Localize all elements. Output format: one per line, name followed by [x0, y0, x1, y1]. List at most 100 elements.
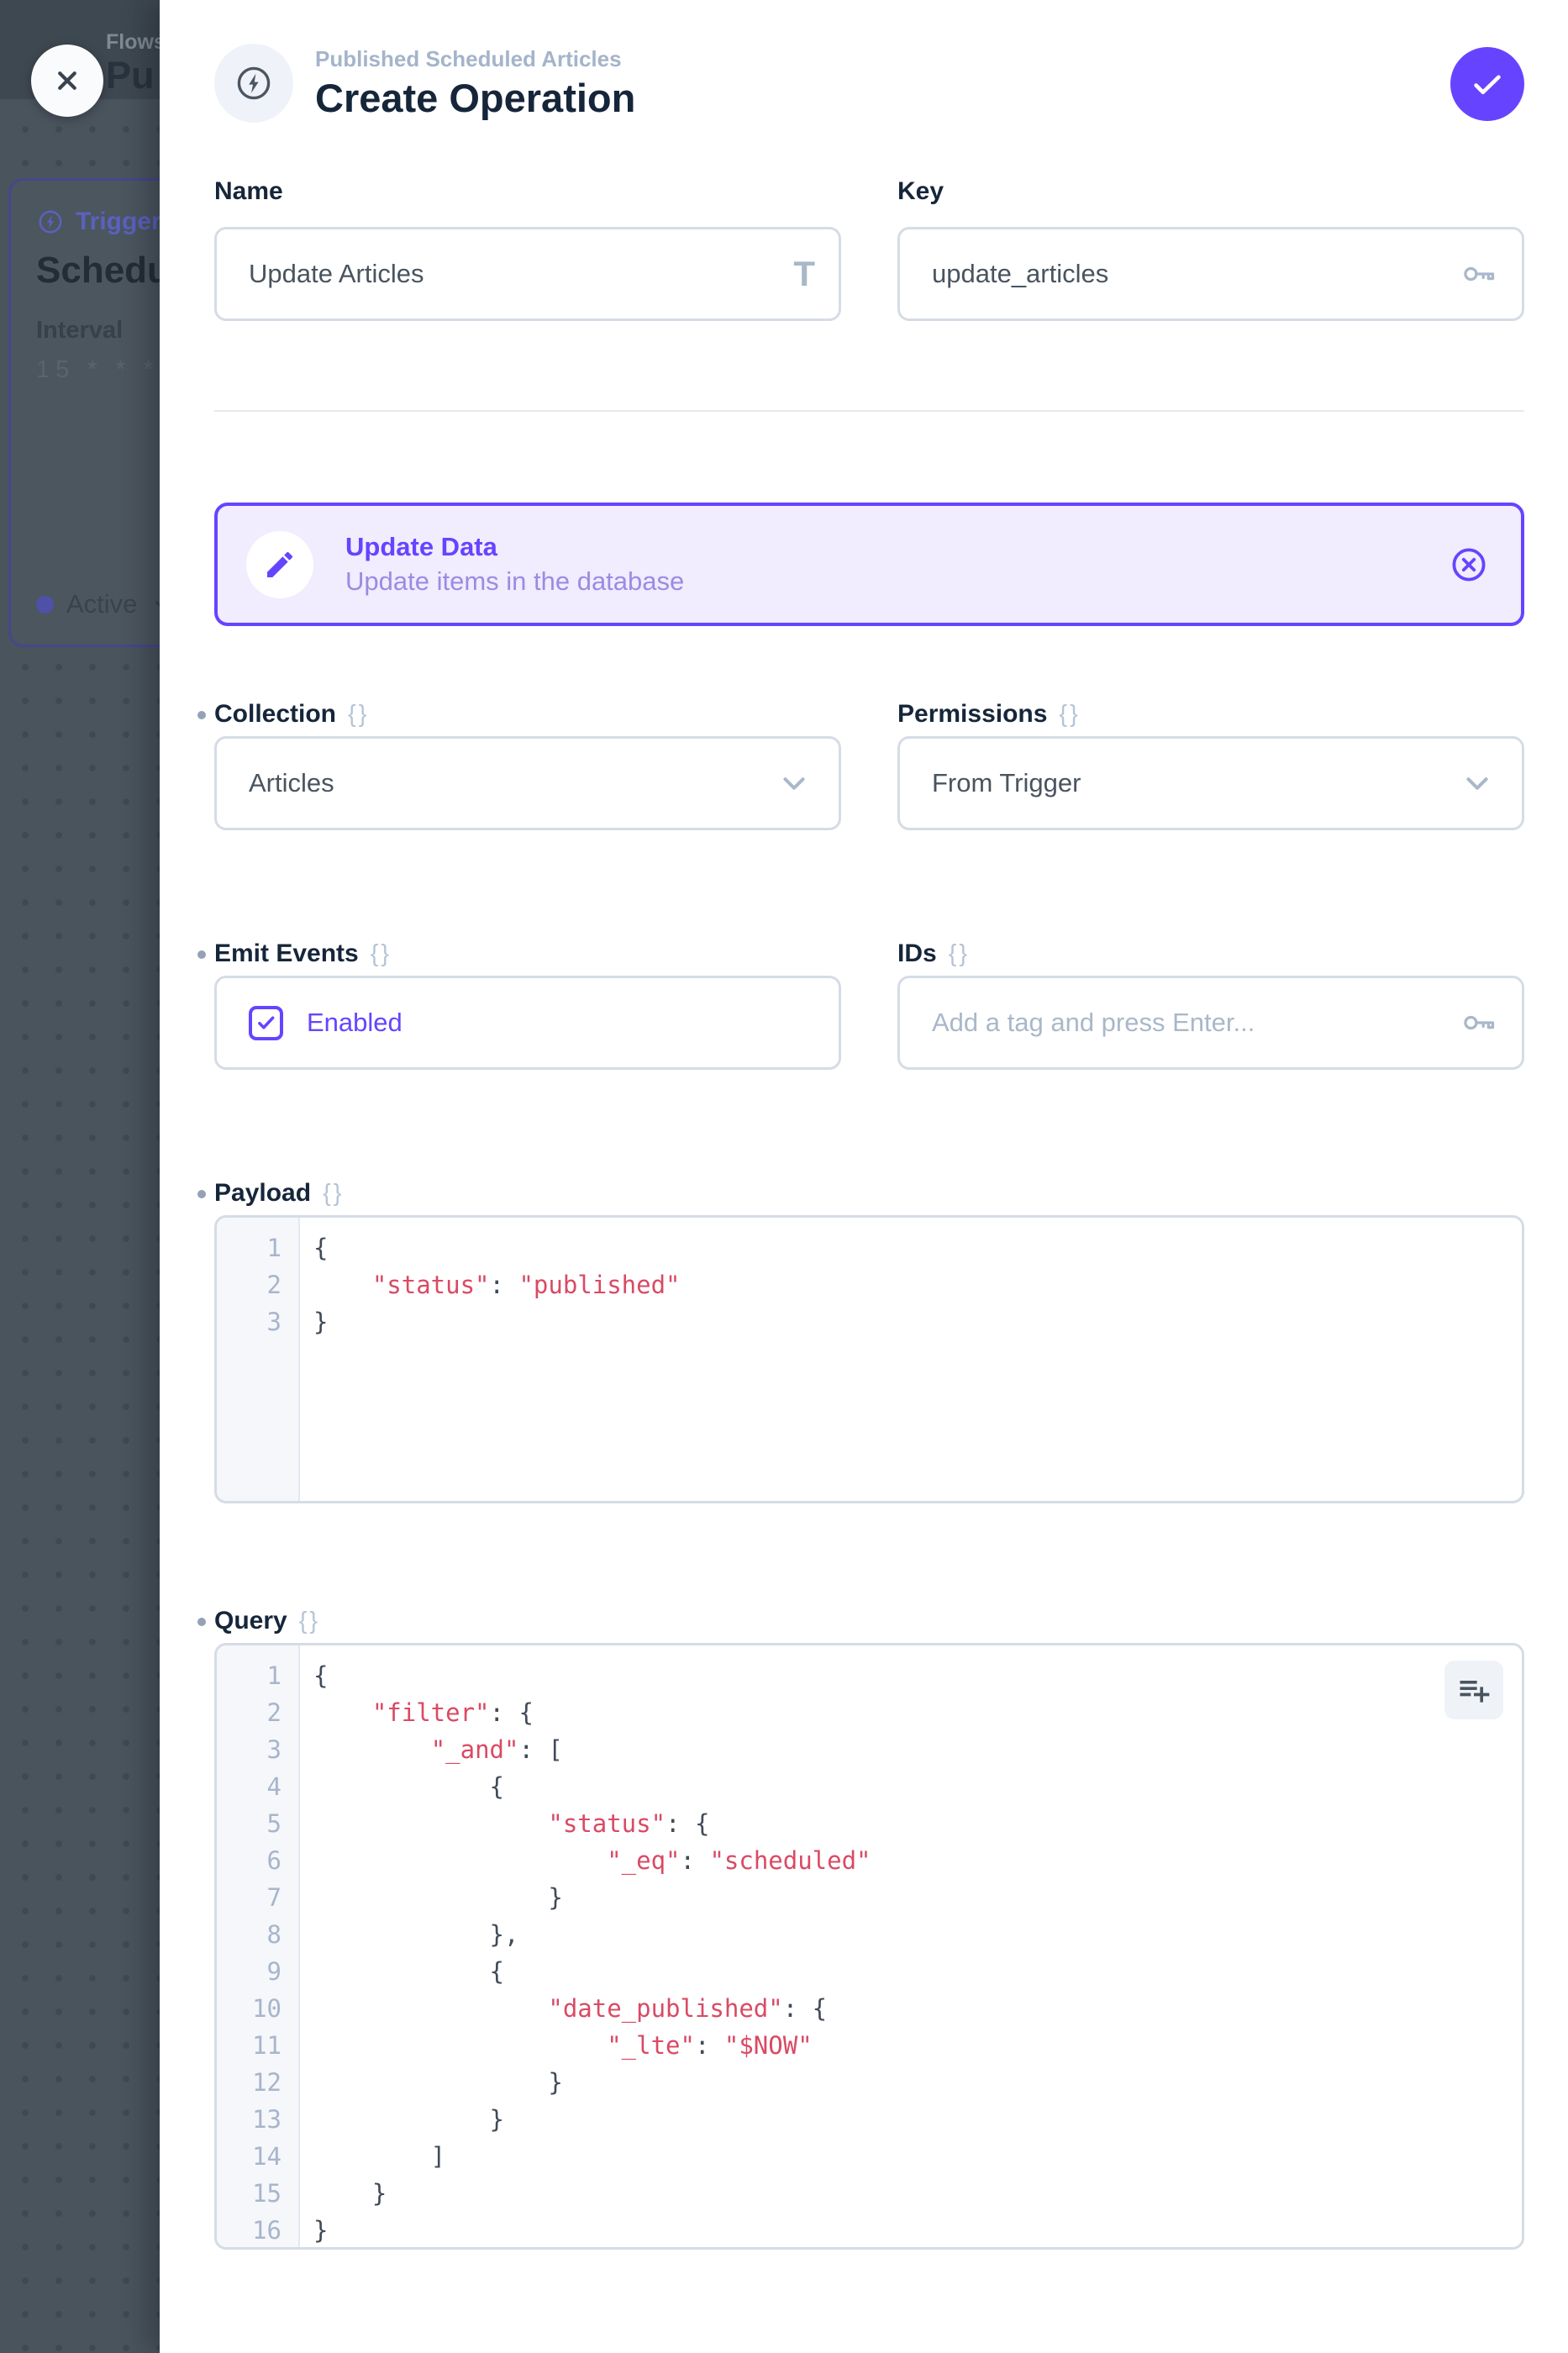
title-format-icon: T: [793, 256, 815, 292]
payload-code-editor[interactable]: 1{2 "status": "published"3}: [214, 1215, 1524, 1503]
code-text: }: [298, 2175, 387, 2212]
bolt-circle-icon: [234, 63, 274, 103]
line-number: 4: [217, 1768, 298, 1805]
code-line: 4 {: [217, 1768, 1522, 1805]
required-dot: [197, 1618, 206, 1626]
code-text: {: [298, 1229, 328, 1266]
code-line: 16}: [217, 2212, 1522, 2249]
emit-events-field-wrapper: Enabled: [214, 976, 841, 1070]
code-text: "_eq": "scheduled": [298, 1842, 871, 1879]
emit-events-checkbox-label[interactable]: Enabled: [307, 1008, 403, 1038]
operation-type-title: Update Data: [345, 532, 684, 562]
trigger-card-kicker: Trigger: [76, 208, 160, 236]
code-text: }: [298, 2064, 563, 2101]
ids-tag-input[interactable]: [900, 978, 1441, 1067]
save-operation-button[interactable]: [1450, 47, 1524, 121]
code-line: 10 "date_published": {: [217, 1990, 1522, 2027]
code-text: {: [298, 1768, 504, 1805]
line-number: 13: [217, 2101, 298, 2138]
code-text: ]: [298, 2138, 445, 2175]
code-text: {: [298, 1953, 504, 1990]
page-title: Create Operation: [315, 75, 635, 121]
line-number: 9: [217, 1953, 298, 1990]
line-number: 2: [217, 1266, 298, 1303]
edit-icon-circle: [246, 531, 313, 598]
line-number: 1: [217, 1229, 298, 1266]
emit-events-checkbox[interactable]: [249, 1006, 283, 1040]
line-number: 7: [217, 1879, 298, 1916]
query-code-editor[interactable]: 1{2 "filter": {3 "_and": [4 {5 "status":…: [214, 1643, 1524, 2250]
code-line: 7 }: [217, 1879, 1522, 1916]
code-text: }: [298, 2212, 328, 2249]
code-line: 13 }: [217, 2101, 1522, 2138]
code-line: 14 ]: [217, 2138, 1522, 2175]
operation-type-subtitle: Update items in the database: [345, 566, 684, 597]
permissions-label: Permissions {}: [897, 699, 1524, 729]
trigger-card-title: Schedul: [36, 250, 160, 292]
key-input[interactable]: [900, 229, 1441, 318]
code-line: 1{: [217, 1657, 1522, 1694]
checkbox-check-icon: [254, 1010, 279, 1035]
code-text: },: [298, 1916, 518, 1953]
name-field-wrapper: T: [214, 227, 841, 321]
required-dot: [197, 1190, 206, 1198]
code-text: }: [298, 2101, 504, 2138]
code-line: 3}: [217, 1303, 1522, 1340]
name-label: Name: [214, 176, 841, 207]
raw-value-braces-icon[interactable]: {}: [1059, 699, 1080, 729]
query-label: Query {}: [214, 1606, 1524, 1636]
code-text: "status": "published": [298, 1266, 681, 1303]
line-number: 14: [217, 2138, 298, 2175]
operation-type-panel[interactable]: Update Data Update items in the database: [214, 503, 1524, 626]
line-number: 3: [217, 1303, 298, 1340]
collection-select[interactable]: Articles: [214, 736, 841, 830]
collection-label: Collection {}: [214, 699, 841, 729]
trigger-interval-value: 15 * * *: [36, 356, 160, 384]
code-line: 6 "_eq": "scheduled": [217, 1842, 1522, 1879]
code-text: "_lte": "$NOW": [298, 2027, 813, 2064]
trigger-card[interactable]: Trigger Schedul Interval 15 * * * Active: [8, 178, 160, 647]
line-number: 6: [217, 1842, 298, 1879]
code-line: 9 {: [217, 1953, 1522, 1990]
raw-value-braces-icon[interactable]: {}: [348, 699, 369, 729]
chevron-down-icon: [775, 764, 813, 803]
line-number: 10: [217, 1990, 298, 2027]
code-line: 8 },: [217, 1916, 1522, 1953]
code-line: 12 }: [217, 2064, 1522, 2101]
line-number: 8: [217, 1916, 298, 1953]
close-drawer-button[interactable]: [31, 45, 103, 117]
permissions-select[interactable]: From Trigger: [897, 736, 1524, 830]
required-dot: [197, 711, 206, 719]
raw-value-braces-icon[interactable]: {}: [299, 1606, 320, 1636]
flow-status-toggle[interactable]: Active: [36, 589, 160, 619]
key-field-wrapper: [897, 227, 1524, 321]
trigger-interval-label: Interval: [36, 317, 160, 345]
drawer-header: Published Scheduled Articles Create Oper…: [214, 0, 1524, 123]
bolt-circle-icon: [36, 208, 65, 236]
breadcrumb: Published Scheduled Articles: [315, 46, 635, 72]
import-template-button[interactable]: [1444, 1661, 1503, 1719]
code-line: 5 "status": {: [217, 1805, 1522, 1842]
code-line: 3 "_and": [: [217, 1731, 1522, 1768]
raw-value-braces-icon[interactable]: {}: [323, 1178, 344, 1208]
line-number: 5: [217, 1805, 298, 1842]
remove-operation-type-button[interactable]: [1449, 545, 1489, 585]
line-number: 1: [217, 1657, 298, 1694]
check-icon: [1468, 65, 1507, 103]
code-text: {: [298, 1657, 328, 1694]
ids-label: IDs {}: [897, 939, 1524, 969]
section-divider: [214, 410, 1524, 412]
code-line: 2 "status": "published": [217, 1266, 1522, 1303]
code-line: 1{: [217, 1229, 1522, 1266]
key-icon: [1460, 255, 1498, 293]
raw-value-braces-icon[interactable]: {}: [371, 939, 392, 969]
code-text: }: [298, 1303, 328, 1340]
raw-value-braces-icon[interactable]: {}: [949, 939, 970, 969]
code-text: "_and": [: [298, 1731, 563, 1768]
line-number: 16: [217, 2212, 298, 2249]
name-input[interactable]: [217, 229, 758, 318]
payload-label: Payload {}: [214, 1178, 1524, 1208]
backdrop-page-title: Pu: [106, 54, 155, 97]
line-number: 15: [217, 2175, 298, 2212]
code-text: "date_published": {: [298, 1990, 827, 2027]
